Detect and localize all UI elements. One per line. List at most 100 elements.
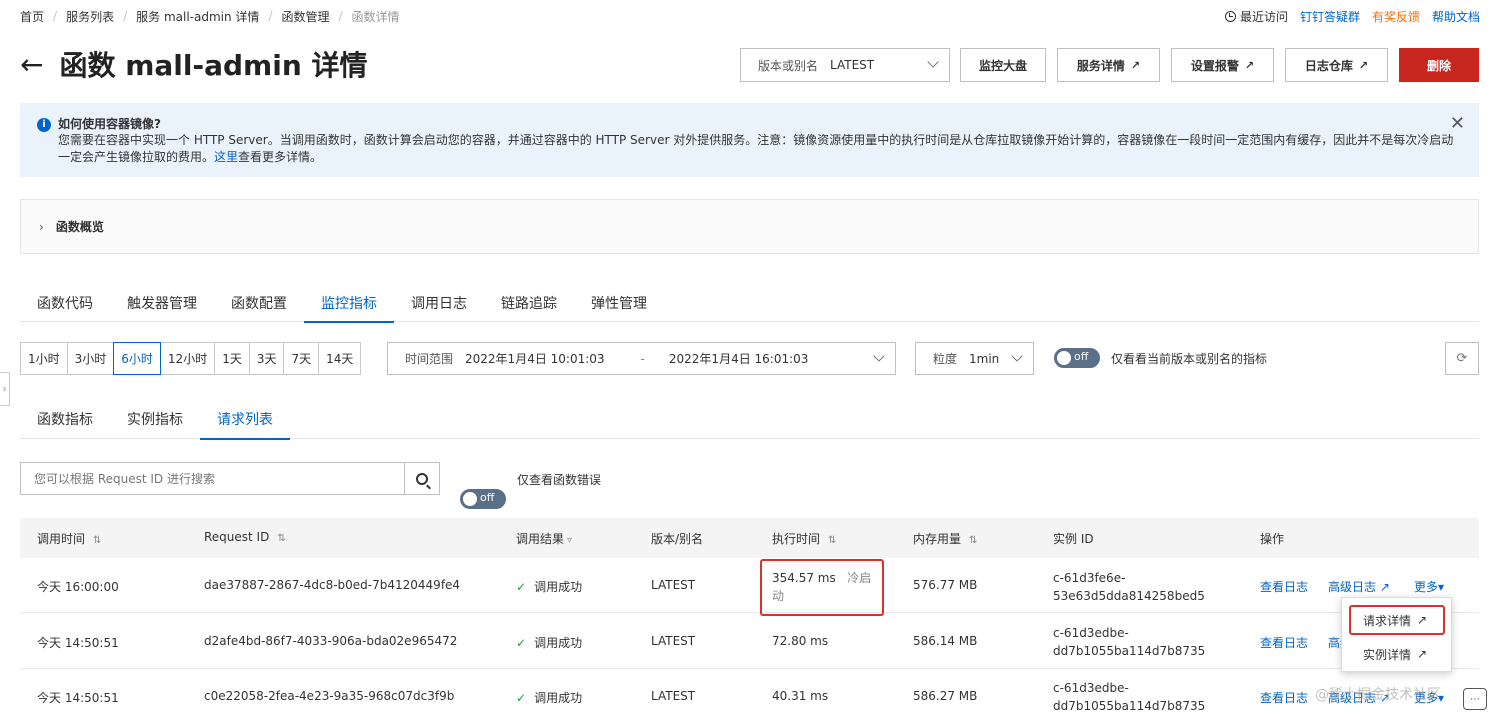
granularity-label: 粒度 xyxy=(933,352,958,366)
col-duration[interactable]: 执行时间 ⇅ xyxy=(772,530,836,547)
col-actions: 操作 xyxy=(1260,532,1285,546)
container-image-notice: i 如何使用容器镜像? 您需要在容器中实现一个 HTTP Server。当调用函… xyxy=(20,103,1479,177)
chat-feedback-icon[interactable]: ⋯ xyxy=(1463,688,1487,710)
more-dropdown[interactable]: 更多▾ xyxy=(1414,578,1444,595)
tab-invocation-logs[interactable]: 调用日志 xyxy=(394,284,484,322)
sort-icon[interactable]: ⇅ xyxy=(93,535,101,546)
tab-instance-metrics[interactable]: 实例指标 xyxy=(110,400,200,439)
granularity-value: 1min xyxy=(969,351,1000,366)
tab-tracing[interactable]: 链路追踪 xyxy=(484,284,574,322)
tab-function-metrics[interactable]: 函数指标 xyxy=(20,400,110,439)
current-version-switch[interactable]: off xyxy=(1054,348,1100,368)
set-alarm-button[interactable]: 设置报警 ↗ xyxy=(1171,48,1274,82)
tab-function-config[interactable]: 函数配置 xyxy=(214,284,304,322)
recent-visits[interactable]: 最近访问 xyxy=(1224,8,1288,25)
external-link-icon: ↗ xyxy=(1244,58,1255,72)
chevron-right-icon: › xyxy=(39,219,44,234)
request-search-input[interactable] xyxy=(21,463,405,494)
table-row: 今天 14:50:51 d2afe4bd-86f7-4033-906a-bda0… xyxy=(20,614,1479,669)
overview-label: 函数概览 xyxy=(55,220,104,234)
tab-function-code[interactable]: 函数代码 xyxy=(20,284,110,322)
back-arrow-icon[interactable]: ← xyxy=(20,48,43,81)
close-icon[interactable]: ✕ xyxy=(1450,113,1465,134)
delete-button[interactable]: 删除 xyxy=(1399,48,1479,82)
time-end: 2022年1月4日 16:01:03 xyxy=(668,352,809,366)
info-icon: i xyxy=(37,118,51,132)
feedback-link[interactable]: 有奖反馈 xyxy=(1372,8,1420,25)
external-link-icon: ↗ xyxy=(1130,58,1141,72)
tab-request-list[interactable]: 请求列表 xyxy=(200,400,290,440)
version-select-label: 版本或别名 xyxy=(758,58,819,73)
sub-tabs: 函数指标 实例指标 请求列表 xyxy=(20,400,1479,440)
view-log-link[interactable]: 查看日志 xyxy=(1260,634,1308,651)
range-1d[interactable]: 1天 xyxy=(214,342,250,375)
menu-instance-detail[interactable]: 实例详情 ↗ xyxy=(1342,638,1453,670)
range-6h[interactable]: 6小时 xyxy=(113,342,161,375)
notice-more-link[interactable]: 这里 xyxy=(214,150,238,164)
col-result[interactable]: 调用结果 ▿ xyxy=(516,530,572,547)
main-tabs: 函数代码 触发器管理 函数配置 监控指标 调用日志 链路追踪 弹性管理 xyxy=(20,284,1479,323)
search-button[interactable] xyxy=(404,463,439,494)
chevron-down-icon xyxy=(873,350,885,362)
error-only-switch-label: 仅查看函数错误 xyxy=(517,473,602,487)
notice-body: 您需要在容器中实现一个 HTTP Server。当调用函数时，函数计算会启动您的… xyxy=(58,133,1454,164)
breadcrumb-functions[interactable]: 函数管理 xyxy=(281,8,329,25)
table-header: 调用时间 ⇅ Request ID ⇅ 调用结果 ▿ 版本/别名 执行时间 ⇅ 内存用量… xyxy=(20,518,1479,558)
breadcrumb-function-detail: 函数详情 xyxy=(351,9,400,24)
filter-icon[interactable]: ▿ xyxy=(567,535,572,546)
log-store-button[interactable]: 日志仓库 ↗ xyxy=(1285,48,1388,82)
table-row: 今天 16:00:00 dae37887-2867-4dc8-b0ed-7b41… xyxy=(20,558,1479,613)
sort-icon[interactable]: ⇅ xyxy=(277,533,285,544)
time-start: 2022年1月4日 10:01:03 xyxy=(465,352,605,366)
tab-monitoring[interactable]: 监控指标 xyxy=(304,284,394,323)
granularity-select[interactable]: 粒度 1min xyxy=(915,342,1034,375)
check-icon: ✓ xyxy=(516,580,527,594)
external-link-icon: ↗ xyxy=(1417,647,1428,661)
error-only-switch[interactable]: off xyxy=(460,489,506,509)
chevron-down-icon xyxy=(1011,350,1023,362)
service-detail-button[interactable]: 服务详情 ↗ xyxy=(1057,48,1160,82)
version-select[interactable]: 版本或别名 LATEST xyxy=(740,48,950,82)
highlight-box xyxy=(760,559,884,616)
check-icon: ✓ xyxy=(516,636,527,650)
function-overview-panel[interactable]: › 函数概览 xyxy=(20,199,1479,254)
caret-down-icon: ▾ xyxy=(1438,580,1445,594)
chevron-down-icon xyxy=(927,56,939,68)
top-links: 最近访问 钉钉答疑群 有奖反馈 帮助文档 xyxy=(1213,7,1480,25)
side-expand-handle[interactable]: › xyxy=(0,372,10,406)
range-14d[interactable]: 14天 xyxy=(318,342,362,375)
col-instance-id: 实例 ID xyxy=(1053,532,1094,546)
help-link[interactable]: 帮助文档 xyxy=(1432,8,1480,25)
notice-title: 如何使用容器镜像? xyxy=(58,117,161,131)
range-3h[interactable]: 3小时 xyxy=(66,342,115,375)
tab-trigger-management[interactable]: 触发器管理 xyxy=(110,284,214,322)
current-version-switch-label: 仅看看当前版本或别名的指标 xyxy=(1111,352,1268,366)
col-request-id[interactable]: Request ID ⇅ xyxy=(204,530,286,544)
col-memory[interactable]: 内存用量 ⇅ xyxy=(913,530,977,547)
sort-icon[interactable]: ⇅ xyxy=(969,535,977,546)
range-1h[interactable]: 1小时 xyxy=(20,342,68,375)
tab-elastic-management[interactable]: 弹性管理 xyxy=(574,284,664,322)
refresh-icon[interactable]: ⟳ xyxy=(1445,342,1479,375)
range-3d[interactable]: 3天 xyxy=(248,342,285,375)
clock-icon xyxy=(1224,10,1236,22)
dingtalk-link[interactable]: 钉钉答疑群 xyxy=(1300,8,1360,25)
breadcrumb-home[interactable]: 首页 xyxy=(20,8,44,25)
view-log-link[interactable]: 查看日志 xyxy=(1260,689,1308,706)
advanced-log-link[interactable]: 高级日志 ↗ xyxy=(1328,578,1390,595)
time-range-group: 1小时 3小时 6小时 12小时 1天 3天 7天 14天 xyxy=(20,342,362,375)
range-12h[interactable]: 12小时 xyxy=(159,342,216,375)
external-link-icon: ↗ xyxy=(1379,580,1390,594)
monitor-dashboard-button[interactable]: 监控大盘 xyxy=(960,48,1046,82)
breadcrumb-service-detail[interactable]: 服务 mall-admin 详情 xyxy=(136,8,259,25)
range-7d[interactable]: 7天 xyxy=(283,342,320,375)
time-range-label: 时间范围 xyxy=(405,352,454,366)
col-time[interactable]: 调用时间 ⇅ xyxy=(37,530,101,547)
version-select-value: LATEST xyxy=(830,58,875,72)
search-icon xyxy=(416,472,428,485)
view-log-link[interactable]: 查看日志 xyxy=(1260,578,1308,595)
sort-icon[interactable]: ⇅ xyxy=(828,535,836,546)
breadcrumb-services[interactable]: 服务列表 xyxy=(66,8,114,25)
external-link-icon: ↗ xyxy=(1358,58,1369,72)
time-range-picker[interactable]: 时间范围 2022年1月4日 10:01:03 - 2022年1月4日 16:0… xyxy=(387,342,896,375)
